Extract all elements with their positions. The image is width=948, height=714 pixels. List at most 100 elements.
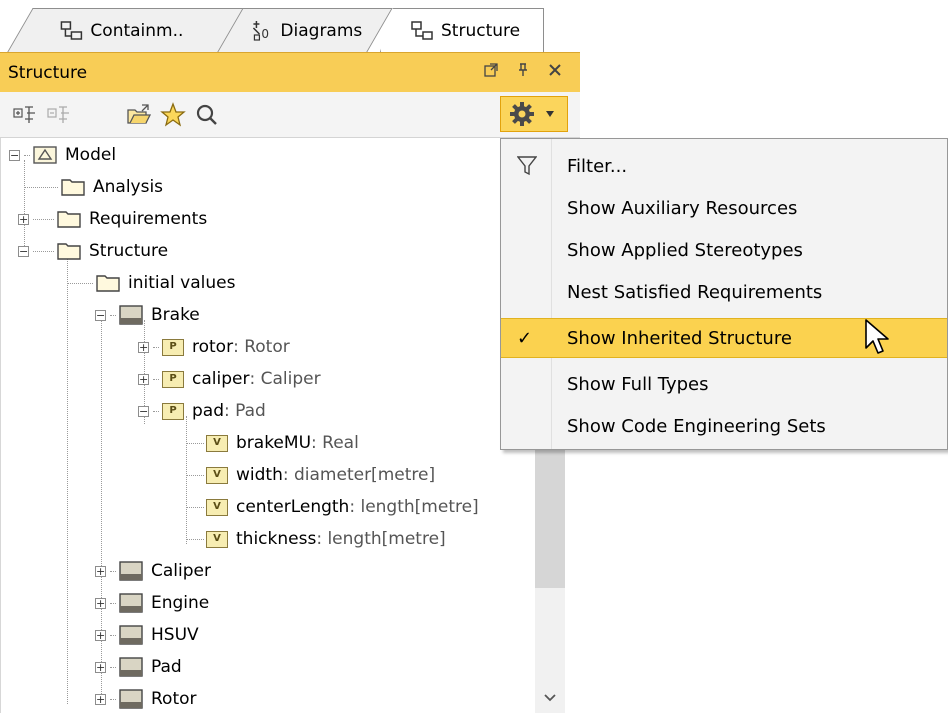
tree-connector xyxy=(153,346,159,348)
expand-toggle[interactable]: + xyxy=(18,213,29,225)
expand-toggle[interactable]: + xyxy=(95,629,106,641)
expand-toggle[interactable]: + xyxy=(95,597,106,609)
tree-item-caliper-part[interactable]: + P caliper : Caliper xyxy=(138,364,321,394)
tree-item-thickness[interactable]: V thickness : length[metre] xyxy=(186,524,446,554)
expand-toggle[interactable]: + xyxy=(138,341,149,353)
tree-item-caliper[interactable]: + Caliper xyxy=(95,556,211,586)
open-button[interactable] xyxy=(126,102,152,128)
tab-containment[interactable]: Containm.. xyxy=(7,8,255,52)
options-menu-button[interactable] xyxy=(500,96,568,132)
tree-connector xyxy=(110,570,116,572)
block-icon xyxy=(119,305,143,325)
checkmark-icon: ✓ xyxy=(517,327,533,349)
expand-all-icon xyxy=(13,106,35,123)
tree-item-rotor[interactable]: + P rotor : Rotor xyxy=(138,332,290,362)
tree-connector xyxy=(110,602,116,604)
expand-toggle[interactable]: + xyxy=(95,693,106,705)
tree-item-brakemu[interactable]: V brakeMU : Real xyxy=(186,428,359,458)
tree-connector xyxy=(24,154,30,156)
dropdown-arrow-icon xyxy=(546,111,554,117)
menu-item-show-applied-stereotypes[interactable]: Show Applied Stereotypes xyxy=(501,230,947,270)
tree-item-label: initial values xyxy=(128,273,236,293)
value-icon: V xyxy=(206,434,228,452)
tree-item-hsuv[interactable]: + HSUV xyxy=(95,620,199,650)
menu-item-nest-satisfied-requirements[interactable]: Nest Satisfied Requirements xyxy=(501,272,947,312)
float-window-icon[interactable] xyxy=(484,63,498,77)
tree-connector xyxy=(33,250,54,252)
favorites-button[interactable] xyxy=(160,102,186,128)
tree-item-centerlength[interactable]: V centerLength : length[metre] xyxy=(186,492,479,522)
tree-connector xyxy=(110,698,116,700)
tree-item-initial-values[interactable]: initial values xyxy=(67,268,235,298)
tree-item-label: Requirements xyxy=(89,209,208,229)
collapse-toggle[interactable]: − xyxy=(138,405,149,417)
tree-connector xyxy=(110,314,116,316)
tree-item-brake[interactable]: − Brake xyxy=(95,300,200,330)
tree-item-requirements[interactable]: + Requirements xyxy=(18,204,207,234)
collapse-all-button[interactable] xyxy=(46,102,72,128)
folder-icon xyxy=(96,275,120,292)
tree-connector xyxy=(186,474,204,476)
tree-item-structure[interactable]: − Structure xyxy=(18,236,168,266)
tree-item-label: rotor xyxy=(192,337,234,357)
block-icon xyxy=(119,593,143,613)
tree-item-pad[interactable]: + Pad xyxy=(95,652,182,682)
tree-item-width[interactable]: V width : diameter[metre] xyxy=(186,460,435,490)
tree-item-label: centerLength xyxy=(236,497,350,517)
open-folder-icon xyxy=(127,104,152,124)
tree-item-model[interactable]: − Model xyxy=(9,140,116,170)
tab-structure-label: Structure xyxy=(441,20,521,41)
menu-item-filter[interactable]: Filter... xyxy=(501,146,947,186)
tree-item-analysis[interactable]: Analysis xyxy=(24,172,163,202)
containment-icon xyxy=(60,20,83,40)
tab-structure[interactable]: Structure xyxy=(380,8,544,52)
collapse-toggle[interactable]: − xyxy=(95,309,106,321)
filter-icon xyxy=(517,156,537,176)
menu-item-label: Nest Satisfied Requirements xyxy=(567,281,823,303)
expand-toggle[interactable]: + xyxy=(95,565,106,577)
tree-item-label: width xyxy=(236,465,283,485)
tree-connector xyxy=(67,282,93,284)
tree-item-pad-part[interactable]: − P pad : Pad xyxy=(138,396,266,426)
panel-toolbar xyxy=(0,92,580,138)
menu-item-show-full-types[interactable]: Show Full Types xyxy=(501,364,947,404)
folder-icon xyxy=(57,211,81,228)
tree-item-label: Structure xyxy=(89,241,169,261)
chevron-down-icon[interactable] xyxy=(543,693,557,703)
tree-item-label: Rotor xyxy=(151,689,197,709)
expand-toggle[interactable]: + xyxy=(138,373,149,385)
tree-item-type: : Rotor xyxy=(233,337,290,357)
tree-item-rotor-block[interactable]: + Rotor xyxy=(95,684,197,714)
pin-icon[interactable] xyxy=(516,63,530,77)
tree-connector xyxy=(33,218,54,220)
expand-toggle[interactable]: + xyxy=(95,661,106,673)
tree-item-type: : diameter[metre] xyxy=(282,465,436,485)
block-icon xyxy=(119,689,143,709)
svg-text:0: 0 xyxy=(262,27,270,41)
folder-icon xyxy=(61,179,85,196)
tab-diagrams[interactable]: 0 Diagrams xyxy=(217,8,393,52)
tree-item-label: brakeMU xyxy=(236,433,312,453)
tree-item-engine[interactable]: + Engine xyxy=(95,588,209,618)
panel-header: Structure xyxy=(0,52,580,92)
tree-item-label: thickness xyxy=(236,529,317,549)
part-icon: P xyxy=(162,370,184,388)
tree-connector xyxy=(24,186,58,188)
menu-item-show-code-engineering-sets[interactable]: Show Code Engineering Sets xyxy=(501,406,947,446)
value-icon: V xyxy=(206,498,228,516)
structure-icon xyxy=(411,20,433,40)
collapse-toggle[interactable]: − xyxy=(9,149,20,161)
search-button[interactable] xyxy=(194,102,220,128)
value-icon: V xyxy=(206,466,228,484)
diagrams-icon: 0 xyxy=(253,20,270,41)
collapse-toggle[interactable]: − xyxy=(18,245,29,257)
menu-item-show-auxiliary-resources[interactable]: Show Auxiliary Resources xyxy=(501,188,947,228)
close-icon[interactable] xyxy=(548,63,562,77)
folder-icon xyxy=(57,243,81,260)
tree-item-label: pad xyxy=(192,401,224,421)
expand-all-button[interactable] xyxy=(12,102,38,128)
menu-item-label: Filter... xyxy=(567,155,628,177)
tree-connector xyxy=(110,666,116,668)
part-icon: P xyxy=(162,338,184,356)
tree-connector xyxy=(186,506,204,508)
